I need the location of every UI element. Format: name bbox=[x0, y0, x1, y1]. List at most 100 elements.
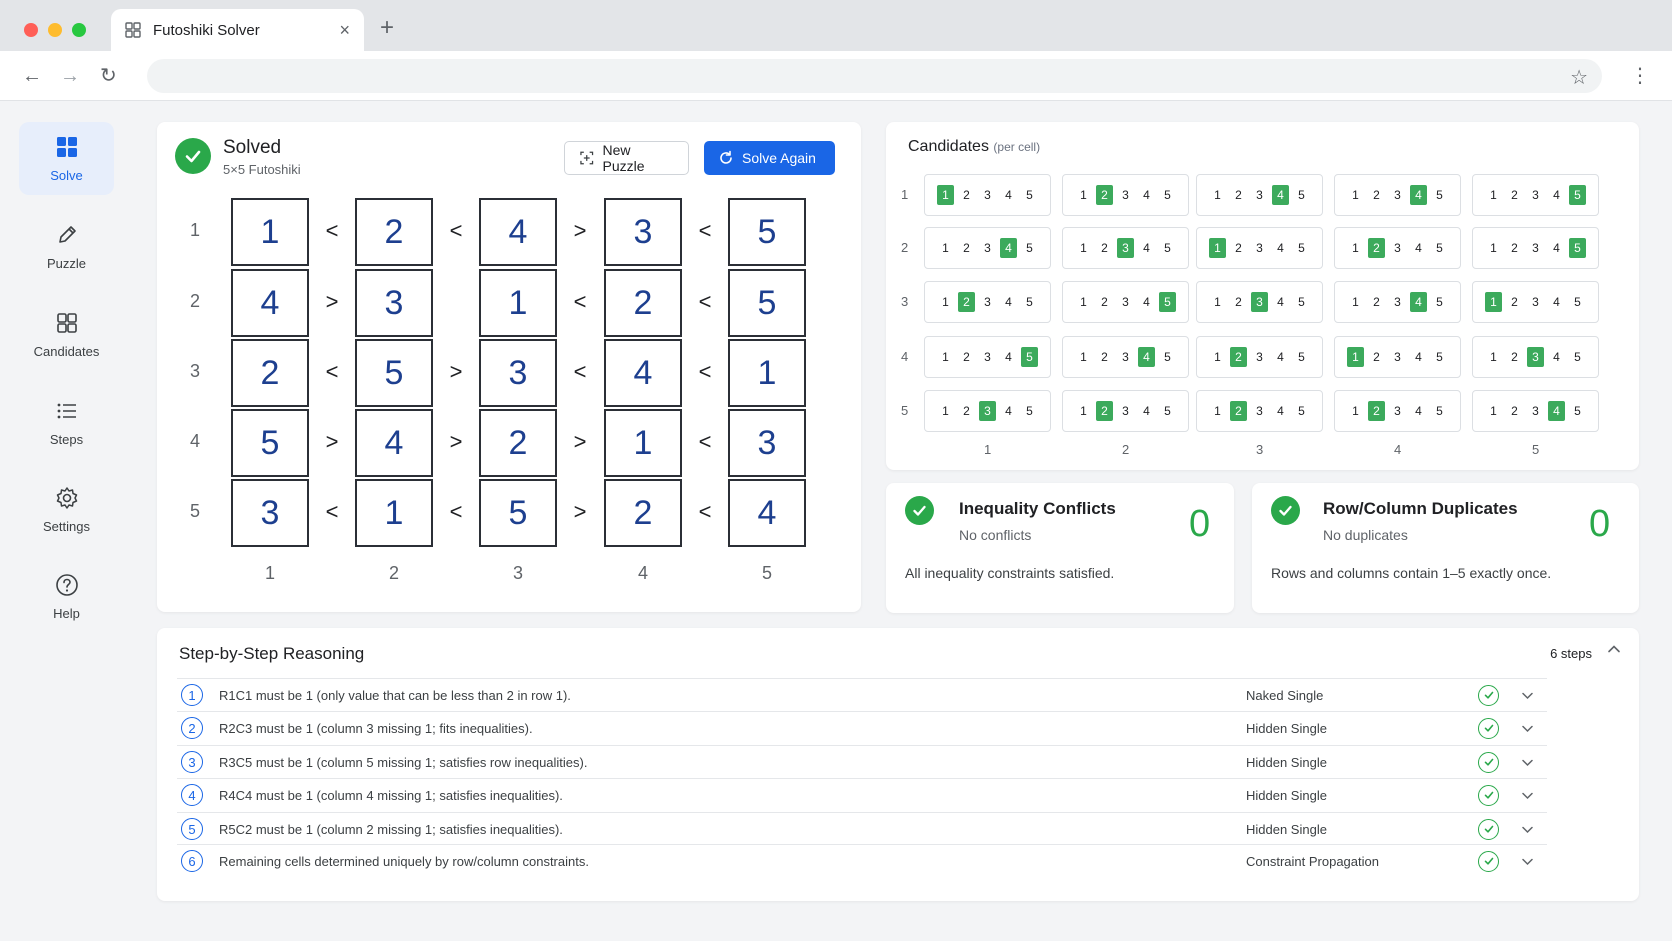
address-bar[interactable]: ☆ bbox=[147, 59, 1602, 93]
grid-cell[interactable]: 2 bbox=[604, 479, 682, 547]
forward-icon[interactable]: → bbox=[60, 63, 80, 89]
reload-icon[interactable]: ↻ bbox=[100, 63, 117, 89]
browser-menu-icon[interactable]: ⋮ bbox=[1630, 63, 1650, 88]
grid-cell[interactable]: 3 bbox=[479, 339, 557, 407]
candidate-cell[interactable]: 12345 bbox=[1334, 281, 1461, 323]
candidate-cell[interactable]: 12345 bbox=[924, 174, 1051, 216]
candidate-digit: 1 bbox=[1490, 404, 1497, 418]
close-window-button[interactable] bbox=[24, 23, 38, 37]
sidebar-item-steps[interactable]: Steps bbox=[19, 386, 114, 459]
candidate-digit: 3 bbox=[1532, 295, 1539, 309]
inequality-desc: All inequality constraints satisfied. bbox=[905, 565, 1115, 581]
grid-col-label: 4 bbox=[638, 563, 649, 583]
grid-cell[interactable]: 4 bbox=[604, 339, 682, 407]
sidebar-item-settings[interactable]: Settings bbox=[19, 473, 114, 546]
collapse-chevron-icon[interactable] bbox=[1607, 642, 1621, 656]
grid-cell[interactable]: 2 bbox=[604, 269, 682, 337]
candidate-cell[interactable]: 12345 bbox=[1472, 390, 1599, 432]
grid-cell[interactable]: 3 bbox=[231, 479, 309, 547]
grid-cell[interactable]: 1 bbox=[604, 409, 682, 477]
bookmark-star-icon[interactable]: ☆ bbox=[1570, 65, 1588, 90]
grid-cell[interactable]: 4 bbox=[231, 269, 309, 337]
candidate-cell[interactable]: 12345 bbox=[1334, 390, 1461, 432]
sidebar-item-label: Settings bbox=[43, 519, 90, 534]
step-row[interactable]: 5 R5C2 must be 1 (column 2 missing 1; sat… bbox=[177, 812, 1547, 845]
new-puzzle-button[interactable]: New Puzzle bbox=[564, 141, 689, 175]
grid-cell[interactable]: 5 bbox=[479, 479, 557, 547]
expand-chevron-icon[interactable] bbox=[1521, 823, 1534, 836]
grid-cell[interactable]: 1 bbox=[479, 269, 557, 337]
tab-close-icon[interactable]: × bbox=[339, 21, 350, 39]
minimize-window-button[interactable] bbox=[48, 23, 62, 37]
grid-cell[interactable]: 2 bbox=[479, 409, 557, 477]
sidebar-item-help[interactable]: Help bbox=[19, 560, 114, 633]
grid-cell[interactable]: 5 bbox=[728, 269, 806, 337]
candidate-cell[interactable]: 12345 bbox=[924, 281, 1051, 323]
candidate-cell[interactable]: 12345 bbox=[1196, 390, 1323, 432]
back-icon[interactable]: ← bbox=[22, 63, 42, 89]
candidate-digit: 2 bbox=[958, 292, 975, 312]
grid-cell[interactable]: 4 bbox=[355, 409, 433, 477]
candidate-cell[interactable]: 12345 bbox=[1472, 227, 1599, 269]
step-number: 5 bbox=[181, 818, 203, 840]
candidate-digit: 1 bbox=[1352, 295, 1359, 309]
step-row[interactable]: 2 R2C3 must be 1 (column 3 missing 1; fit… bbox=[177, 711, 1547, 744]
candidate-cell[interactable]: 12345 bbox=[924, 390, 1051, 432]
grid-cell[interactable]: 1 bbox=[728, 339, 806, 407]
expand-chevron-icon[interactable] bbox=[1521, 689, 1534, 702]
step-row[interactable]: 6 Remaining cells determined uniquely by … bbox=[177, 844, 1547, 877]
candidate-cell[interactable]: 12345 bbox=[1472, 174, 1599, 216]
grid-cell[interactable]: 4 bbox=[479, 198, 557, 266]
candidate-digit: 5 bbox=[1026, 404, 1033, 418]
grid-cell[interactable]: 1 bbox=[355, 479, 433, 547]
list-icon bbox=[57, 403, 76, 419]
grid-row-label: 1 bbox=[190, 220, 201, 240]
candidate-cell[interactable]: 12345 bbox=[1196, 281, 1323, 323]
browser-tab[interactable]: Futoshiki Solver × bbox=[111, 9, 364, 51]
sidebar-item-solve[interactable]: Solve bbox=[19, 122, 114, 195]
step-row[interactable]: 3 R3C5 must be 1 (column 5 missing 1; sat… bbox=[177, 745, 1547, 778]
candidate-digit: 4 bbox=[1272, 185, 1289, 205]
grid-cell[interactable]: 5 bbox=[231, 409, 309, 477]
expand-chevron-icon[interactable] bbox=[1521, 789, 1534, 802]
candidate-cell[interactable]: 12345 bbox=[1196, 174, 1323, 216]
grid-icon bbox=[56, 137, 77, 157]
grid-cell[interactable]: 1 bbox=[231, 198, 309, 266]
candidates-col-label: 5 bbox=[1532, 442, 1540, 457]
candidate-cell[interactable]: 12345 bbox=[1062, 227, 1189, 269]
candidate-cell[interactable]: 12345 bbox=[1062, 390, 1189, 432]
candidate-cell[interactable]: 12345 bbox=[1472, 336, 1599, 378]
expand-chevron-icon[interactable] bbox=[1521, 855, 1534, 868]
candidate-cell[interactable]: 12345 bbox=[924, 227, 1051, 269]
candidate-cell[interactable]: 12345 bbox=[1196, 336, 1323, 378]
solve-again-button[interactable]: Solve Again bbox=[704, 141, 835, 175]
candidate-cell[interactable]: 12345 bbox=[1334, 227, 1461, 269]
grid-cell[interactable]: 3 bbox=[604, 198, 682, 266]
candidate-cell[interactable]: 12345 bbox=[1472, 281, 1599, 323]
candidate-cell[interactable]: 12345 bbox=[1196, 227, 1323, 269]
candidate-digit: 5 bbox=[1436, 241, 1443, 255]
candidate-cell[interactable]: 12345 bbox=[1062, 336, 1189, 378]
candidate-cell[interactable]: 12345 bbox=[924, 336, 1051, 378]
grid-cell[interactable]: 5 bbox=[355, 339, 433, 407]
step-row[interactable]: 1 R1C1 must be 1 (only value that can be … bbox=[177, 678, 1547, 711]
candidate-cell[interactable]: 12345 bbox=[1334, 336, 1461, 378]
candidates-row-label: 4 bbox=[901, 349, 909, 364]
candidate-cell[interactable]: 12345 bbox=[1334, 174, 1461, 216]
grid-cell[interactable]: 3 bbox=[728, 409, 806, 477]
candidate-cell[interactable]: 12345 bbox=[1062, 281, 1189, 323]
grid-cell[interactable]: 3 bbox=[355, 269, 433, 337]
sidebar-item-candidates[interactable]: Candidates bbox=[19, 298, 114, 371]
grid-cell[interactable]: 5 bbox=[728, 198, 806, 266]
grid-cell[interactable]: 2 bbox=[355, 198, 433, 266]
step-row[interactable]: 4 R4C4 must be 1 (column 4 missing 1; sat… bbox=[177, 778, 1547, 811]
grid-cell[interactable]: 2 bbox=[231, 339, 309, 407]
sidebar-item-puzzle[interactable]: Puzzle bbox=[19, 210, 114, 283]
new-tab-button[interactable]: + bbox=[380, 14, 394, 42]
maximize-window-button[interactable] bbox=[72, 23, 86, 37]
candidate-cell[interactable]: 12345 bbox=[1062, 174, 1189, 216]
grid-cell[interactable]: 4 bbox=[728, 479, 806, 547]
candidate-digit: 3 bbox=[1532, 188, 1539, 202]
expand-chevron-icon[interactable] bbox=[1521, 722, 1534, 735]
expand-chevron-icon[interactable] bbox=[1521, 756, 1534, 769]
